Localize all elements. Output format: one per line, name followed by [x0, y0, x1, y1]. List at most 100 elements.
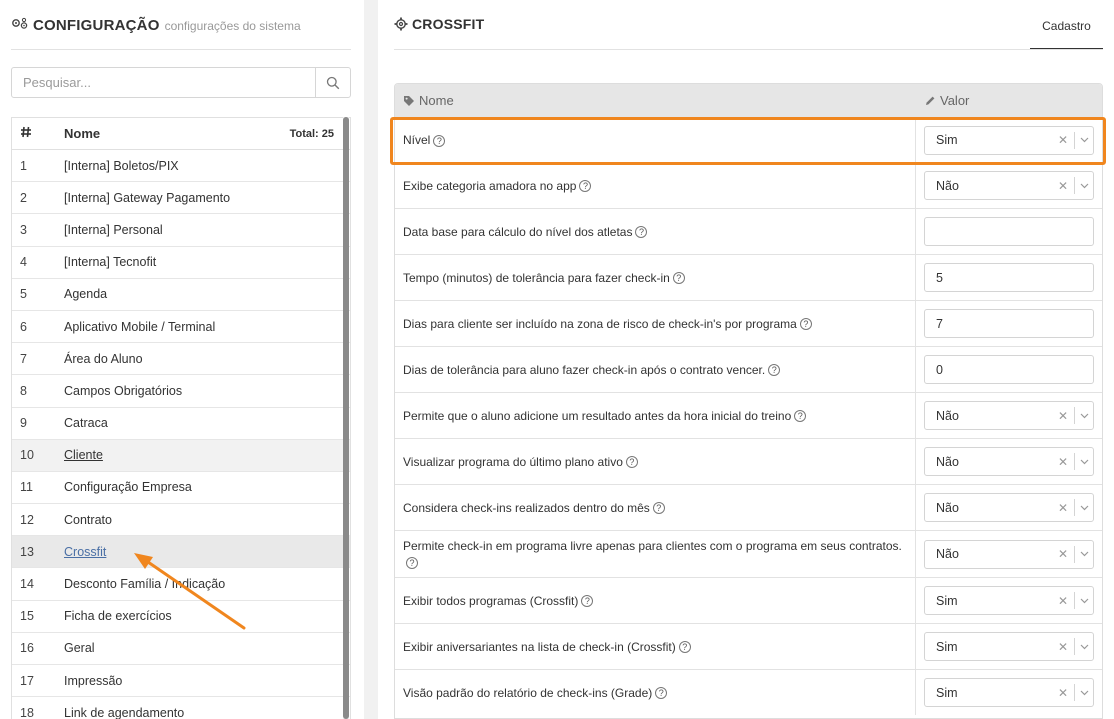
value-select[interactable]: Não ✕: [924, 171, 1094, 200]
row-name-label[interactable]: Impressão: [64, 674, 122, 688]
chevron-down-icon[interactable]: [1075, 413, 1093, 419]
table-row[interactable]: 11 Configuração Empresa: [12, 472, 350, 505]
row-name[interactable]: Agenda: [64, 287, 350, 301]
row-name-label[interactable]: Contrato: [64, 513, 112, 527]
row-name-label[interactable]: Ficha de exercícios: [64, 609, 172, 623]
help-icon[interactable]: ?: [652, 502, 665, 515]
chevron-down-icon[interactable]: [1075, 459, 1093, 465]
row-name-label[interactable]: [Interna] Boletos/PIX: [64, 159, 179, 173]
value-select[interactable]: Não ✕: [924, 447, 1094, 476]
row-name[interactable]: Área do Aluno: [64, 352, 350, 366]
row-name[interactable]: Link de agendamento: [64, 706, 350, 719]
help-icon[interactable]: ?: [799, 318, 812, 331]
value-select[interactable]: Sim ✕: [924, 586, 1094, 615]
row-name-label[interactable]: Área do Aluno: [64, 352, 143, 366]
table-row[interactable]: 18 Link de agendamento: [12, 697, 350, 719]
chevron-down-icon[interactable]: [1075, 690, 1093, 696]
table-row[interactable]: 13 Crossfit: [12, 536, 350, 569]
chevron-down-icon[interactable]: [1075, 505, 1093, 511]
table-row[interactable]: 9 Catraca: [12, 408, 350, 440]
search-input[interactable]: [12, 68, 315, 97]
value-select[interactable]: Sim ✕: [924, 125, 1094, 155]
table-row[interactable]: 15 Ficha de exercícios: [12, 601, 350, 633]
clear-icon[interactable]: ✕: [1056, 640, 1070, 654]
table-row[interactable]: 4 [Interna] Tecnofit: [12, 247, 350, 279]
clear-icon[interactable]: ✕: [1056, 455, 1070, 469]
row-name-label[interactable]: Configuração Empresa: [64, 480, 192, 494]
row-name[interactable]: Geral: [64, 641, 350, 655]
scrollbar[interactable]: [343, 117, 349, 719]
help-icon[interactable]: ?: [794, 410, 807, 423]
table-row[interactable]: 1 [Interna] Boletos/PIX: [12, 150, 350, 183]
value-input[interactable]: 5: [924, 263, 1094, 292]
value-input[interactable]: 0: [924, 355, 1094, 384]
row-name[interactable]: Campos Obrigatórios: [64, 384, 350, 398]
clear-icon[interactable]: ✕: [1056, 409, 1070, 423]
help-icon[interactable]: ?: [581, 595, 594, 608]
row-name[interactable]: [Interna] Boletos/PIX: [64, 159, 350, 173]
chevron-down-icon[interactable]: [1075, 183, 1093, 189]
chevron-down-icon[interactable]: [1075, 598, 1093, 604]
value-select[interactable]: Sim ✕: [924, 678, 1094, 707]
table-row[interactable]: 12 Contrato: [12, 504, 350, 537]
row-name-label[interactable]: Catraca: [64, 416, 108, 430]
help-icon[interactable]: ?: [579, 180, 592, 193]
table-row[interactable]: 3 [Interna] Personal: [12, 214, 350, 247]
row-name[interactable]: Impressão: [64, 674, 350, 688]
row-name-label[interactable]: [Interna] Tecnofit: [64, 255, 156, 269]
row-name[interactable]: [Interna] Gateway Pagamento: [64, 191, 350, 205]
row-name-label[interactable]: Crossfit: [64, 545, 106, 559]
row-name-label[interactable]: Campos Obrigatórios: [64, 384, 182, 398]
table-row[interactable]: 6 Aplicativo Mobile / Terminal: [12, 311, 350, 344]
value-select[interactable]: Não ✕: [924, 539, 1094, 569]
row-name-label[interactable]: Geral: [64, 641, 95, 655]
scrollbar-thumb[interactable]: [343, 117, 349, 719]
table-row[interactable]: 7 Área do Aluno: [12, 343, 350, 376]
value-input[interactable]: [924, 217, 1094, 246]
row-name-label[interactable]: [Interna] Personal: [64, 223, 163, 237]
help-icon[interactable]: ?: [433, 134, 446, 147]
row-name-label[interactable]: Agenda: [64, 287, 107, 301]
row-name[interactable]: [Interna] Tecnofit: [64, 255, 350, 269]
value-select[interactable]: Não ✕: [924, 493, 1094, 522]
row-name-label[interactable]: Aplicativo Mobile / Terminal: [64, 320, 215, 334]
help-icon[interactable]: ?: [768, 364, 781, 377]
col-name-header[interactable]: Nome: [64, 126, 290, 141]
help-icon[interactable]: ?: [406, 556, 418, 569]
value-select[interactable]: Não ✕: [924, 401, 1094, 430]
clear-icon[interactable]: ✕: [1056, 501, 1070, 515]
row-name-label[interactable]: Link de agendamento: [64, 706, 184, 719]
row-name-label[interactable]: Cliente: [64, 448, 103, 462]
clear-icon[interactable]: ✕: [1056, 547, 1070, 561]
row-name[interactable]: Cliente: [64, 448, 350, 462]
help-icon[interactable]: ?: [678, 641, 691, 654]
search-button[interactable]: [315, 68, 350, 97]
clear-icon[interactable]: ✕: [1056, 686, 1070, 700]
clear-icon[interactable]: ✕: [1056, 179, 1070, 193]
table-row[interactable]: 17 Impressão: [12, 665, 350, 698]
row-name[interactable]: [Interna] Personal: [64, 223, 350, 237]
help-icon[interactable]: ?: [655, 687, 668, 700]
chevron-down-icon[interactable]: [1075, 137, 1093, 143]
table-row[interactable]: 8 Campos Obrigatórios: [12, 375, 350, 408]
table-row[interactable]: 2 [Interna] Gateway Pagamento: [12, 182, 350, 215]
row-name[interactable]: Desconto Família / Indicação: [64, 577, 350, 591]
value-select[interactable]: Sim ✕: [924, 632, 1094, 661]
row-name[interactable]: Configuração Empresa: [64, 480, 350, 494]
tab-cadastro[interactable]: Cadastro: [1030, 19, 1103, 50]
help-icon[interactable]: ?: [672, 272, 685, 285]
table-row[interactable]: 14 Desconto Família / Indicação: [12, 568, 350, 601]
clear-icon[interactable]: ✕: [1056, 133, 1070, 147]
row-name[interactable]: Crossfit: [64, 545, 350, 559]
help-icon[interactable]: ?: [635, 226, 648, 239]
row-name[interactable]: Ficha de exercícios: [64, 609, 350, 623]
chevron-down-icon[interactable]: [1075, 551, 1093, 557]
row-name[interactable]: Aplicativo Mobile / Terminal: [64, 320, 350, 334]
clear-icon[interactable]: ✕: [1056, 594, 1070, 608]
value-input[interactable]: 7: [924, 309, 1094, 338]
help-icon[interactable]: ?: [625, 456, 638, 469]
table-row[interactable]: 16 Geral: [12, 633, 350, 665]
row-name-label[interactable]: Desconto Família / Indicação: [64, 577, 225, 591]
table-row[interactable]: 10 Cliente: [12, 439, 350, 472]
row-name[interactable]: Catraca: [64, 416, 350, 430]
